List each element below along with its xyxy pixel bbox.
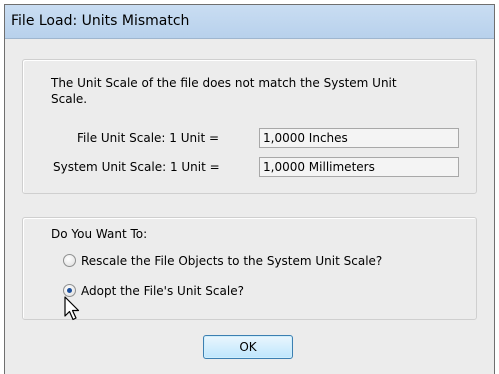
mismatch-message: The Unit Scale of the file does not matc… xyxy=(51,76,397,106)
mouse-pointer-icon xyxy=(64,296,80,321)
options-legend: Do You Want To: xyxy=(51,227,148,241)
rescale-radio[interactable] xyxy=(63,254,76,267)
ok-button[interactable]: OK xyxy=(203,335,293,359)
unit-scale-info-group: The Unit Scale of the file does not matc… xyxy=(22,59,477,194)
file-unit-scale-label: File Unit Scale: 1 Unit = xyxy=(77,131,220,145)
options-group: Do You Want To: Rescale the File Objects… xyxy=(22,217,477,320)
system-unit-scale-field: 1,0000 Millimeters xyxy=(259,157,459,177)
system-unit-scale-row: System Unit Scale: 1 Unit = 1,0000 Milli… xyxy=(23,157,476,177)
file-unit-scale-field: 1,0000 Inches xyxy=(259,128,459,148)
adopt-label[interactable]: Adopt the File's Unit Scale? xyxy=(81,284,244,298)
dialog-title: File Load: Units Mismatch xyxy=(11,13,190,29)
title-bar[interactable]: File Load: Units Mismatch xyxy=(5,5,494,39)
file-unit-scale-row: File Unit Scale: 1 Unit = 1,0000 Inches xyxy=(23,128,476,148)
rescale-label[interactable]: Rescale the File Objects to the System U… xyxy=(81,254,382,268)
system-unit-scale-label: System Unit Scale: 1 Unit = xyxy=(53,160,220,174)
